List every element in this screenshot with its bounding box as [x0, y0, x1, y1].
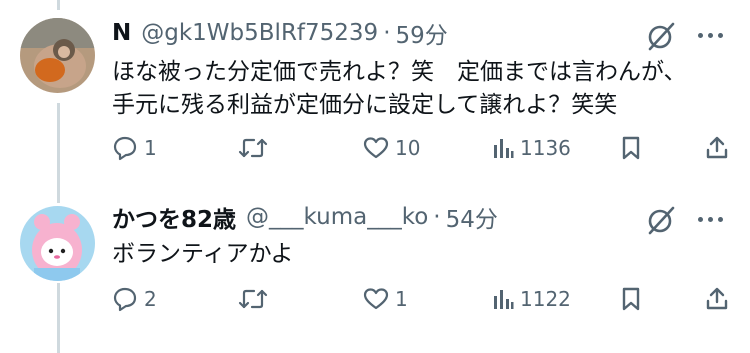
tweet-text-line: ほな被った分定価で売れよ？笑 定価までは言わんが、 [112, 59, 687, 85]
like-icon [363, 287, 389, 311]
reply-icon [112, 286, 138, 312]
tweet-header: かつを82歳 @___kuma___ko · 54分 [112, 200, 498, 234]
retweet-icon [238, 287, 268, 311]
timestamp[interactable]: 59分 [396, 16, 448, 50]
bookmark-icon [620, 136, 642, 160]
reply-icon [112, 135, 138, 161]
bookmark-button[interactable] [620, 287, 642, 311]
retweet-icon [238, 136, 268, 160]
grok-icon[interactable] [645, 204, 677, 236]
separator: · [383, 20, 391, 46]
like-count: 10 [395, 136, 421, 160]
tweet-text-line: 手元に残る利益が定価分に設定して譲れよ？笑笑 [112, 92, 618, 118]
views-count: 1136 [520, 136, 571, 160]
views-icon [492, 288, 514, 310]
retweet-button[interactable] [238, 287, 274, 311]
tweet-text: ほな被った分定価で売れよ？笑 定価までは言わんが、 手元に残る利益が定価分に設定… [112, 56, 687, 122]
like-count: 1 [395, 287, 408, 311]
reply-count: 1 [144, 136, 157, 160]
display-name[interactable]: N [112, 20, 131, 46]
user-handle[interactable]: @gk1Wb5BlRf75239 [141, 20, 378, 46]
views-button[interactable]: 1122 [492, 287, 571, 311]
like-button[interactable]: 10 [363, 136, 420, 160]
user-handle[interactable]: @___kuma___ko [246, 204, 428, 230]
tweet[interactable]: N @gk1Wb5BlRf75239 · 59分 ほな被った分定価で売れよ？笑 … [0, 18, 750, 178]
action-bar: 2 1 1122 [0, 286, 750, 316]
reply-button[interactable]: 2 [112, 286, 157, 312]
bookmark-icon [620, 287, 642, 311]
separator: · [433, 204, 441, 230]
grok-icon[interactable] [645, 20, 677, 52]
action-bar: 1 10 1136 [0, 135, 750, 165]
reply-count: 2 [144, 287, 157, 311]
tweet-text: ボランティアかよ [112, 238, 293, 271]
like-icon [363, 136, 389, 160]
views-button[interactable]: 1136 [492, 136, 571, 160]
reply-button[interactable]: 1 [112, 135, 157, 161]
share-button[interactable] [705, 287, 729, 311]
avatar[interactable] [20, 206, 95, 281]
more-icon[interactable] [698, 217, 723, 222]
share-icon [705, 136, 729, 160]
avatar[interactable] [20, 18, 95, 93]
views-icon [492, 137, 514, 159]
display-name[interactable]: かつを82歳 [112, 200, 236, 234]
views-count: 1122 [520, 287, 571, 311]
retweet-button[interactable] [238, 136, 274, 160]
like-button[interactable]: 1 [363, 287, 408, 311]
share-button[interactable] [705, 136, 729, 160]
share-icon [705, 287, 729, 311]
more-icon[interactable] [698, 33, 723, 38]
bookmark-button[interactable] [620, 136, 642, 160]
tweet[interactable]: かつを82歳 @___kuma___ko · 54分 ボランティアかよ 2 1 … [0, 202, 750, 342]
thread-line-top [57, 0, 60, 10]
tweet-header: N @gk1Wb5BlRf75239 · 59分 [112, 16, 448, 50]
tweet-text-line: ボランティアかよ [112, 241, 294, 267]
timestamp[interactable]: 54分 [446, 200, 498, 234]
